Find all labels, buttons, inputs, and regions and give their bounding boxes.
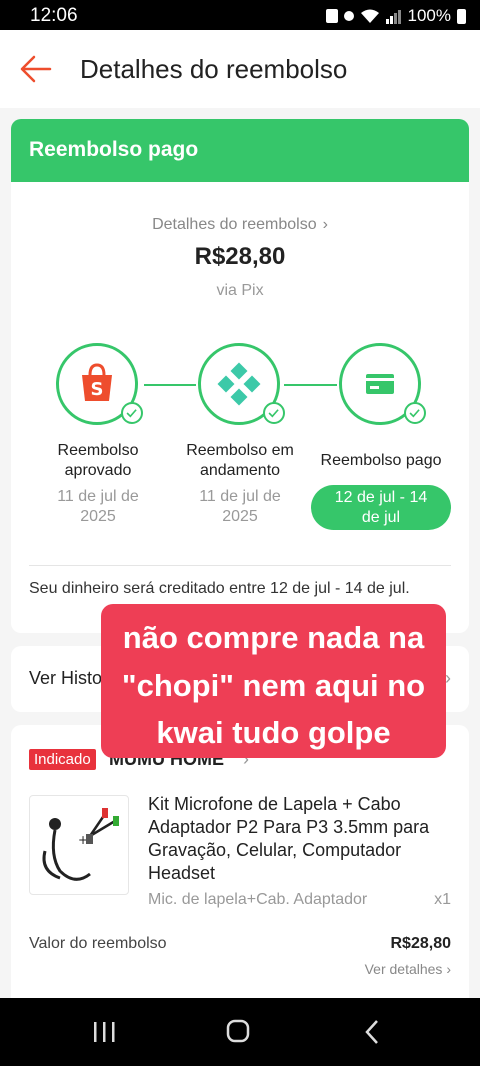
status-icons: 100% <box>325 6 466 26</box>
back-nav-icon[interactable] <box>352 1018 392 1046</box>
alarm-icon <box>343 11 354 21</box>
check-icon <box>404 402 426 424</box>
status-bar: 12:06 100% <box>0 0 480 30</box>
divider <box>29 565 451 566</box>
refund-value-label: Valor do reembolso <box>29 935 167 952</box>
refund-details-label: Detalhes do reembolso <box>152 216 317 233</box>
microphone-cable-image: + <box>42 808 119 881</box>
step-processing-circle <box>198 343 285 425</box>
app-header: Detalhes do reembolso <box>0 30 480 108</box>
status-banner: Reembolso pago <box>11 119 469 182</box>
product-name[interactable]: Kit Microfone de Lapela + Cabo Adaptador… <box>148 793 448 885</box>
chevron-right-icon: › <box>322 216 328 233</box>
product-thumbnail[interactable]: + <box>29 795 129 895</box>
step-paid-date-badge: 12 de jul - 14 de jul <box>311 485 451 530</box>
back-arrow-icon[interactable] <box>18 52 52 86</box>
product-variant: Mic. de lapela+Cab. Adaptador <box>148 891 368 908</box>
product-quantity: x1 <box>434 891 451 908</box>
svg-text:S: S <box>91 379 104 400</box>
refund-value: R$28,80 <box>390 935 452 952</box>
step-processing-date: 11 de jul de 2025 <box>199 488 281 525</box>
caption-line: kwai tudo golpe <box>156 715 391 750</box>
check-icon <box>263 402 285 424</box>
battery-icon <box>457 8 466 24</box>
system-nav-bar <box>0 998 480 1066</box>
battery-percent: 100% <box>407 6 451 25</box>
home-icon[interactable] <box>218 1018 258 1046</box>
history-label: Ver Histo <box>29 668 103 688</box>
recent-apps-icon[interactable] <box>84 1018 124 1046</box>
step-approved-circle: S <box>56 343 143 425</box>
signal-icon <box>385 9 401 24</box>
credit-note: Seu dinheiro será creditado entre 12 de … <box>29 580 410 597</box>
see-details-link[interactable]: Ver detalhes › <box>365 961 451 977</box>
product-card: Indicado MUMU HOME › + Kit Microfone de … <box>11 725 469 1025</box>
caption-line: não compre nada na <box>122 620 425 655</box>
step-connector <box>284 384 337 386</box>
wifi-icon <box>360 9 379 23</box>
status-time: 12:06 <box>30 5 78 26</box>
video-caption-overlay: não compre nada na "chopi" nem aqui no k… <box>101 604 446 758</box>
step-paid-label: Reembolso pago <box>320 452 442 469</box>
status-banner-text: Reembolso pago <box>29 138 199 161</box>
recommended-badge: Indicado <box>29 749 96 770</box>
step-approved-label: Reembolso aprovado <box>57 442 139 479</box>
caption-line: "chopi" nem aqui no <box>121 668 426 703</box>
refund-details-link[interactable]: Detalhes do reembolso › <box>11 216 469 234</box>
step-processing-label: Reembolso em andamento <box>186 442 294 479</box>
step-approved-date: 11 de jul de 2025 <box>57 488 139 525</box>
step-connector <box>144 384 196 386</box>
notification-icon <box>325 9 338 23</box>
page-title: Detalhes do reembolso <box>80 54 348 84</box>
check-icon <box>121 402 143 424</box>
refund-status-card: Reembolso pago Detalhes do reembolso › R$… <box>11 119 469 633</box>
payment-method: via Pix <box>216 282 264 299</box>
refund-amount: R$28,80 <box>194 243 286 270</box>
step-paid-circle <box>339 343 426 425</box>
